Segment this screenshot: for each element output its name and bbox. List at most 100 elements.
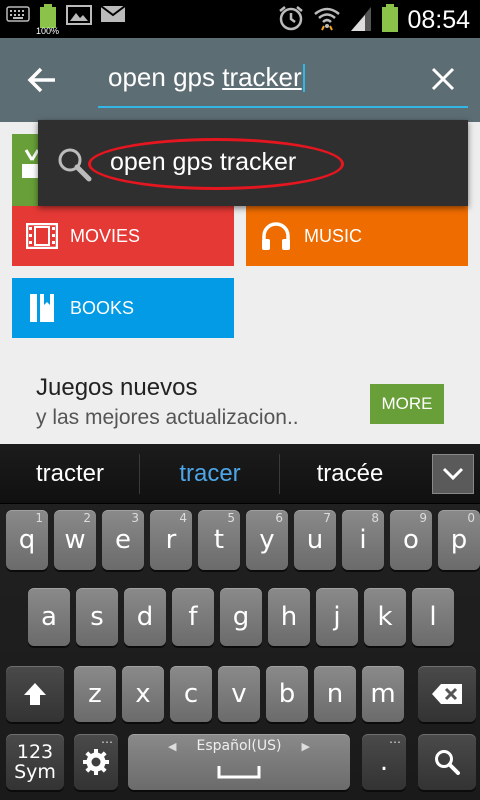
backspace-key[interactable] <box>418 666 476 722</box>
keyboard-icon <box>6 4 30 28</box>
symbols-line-2: Sym <box>14 761 56 783</box>
key-number-hint: 7 <box>323 511 331 525</box>
key-r[interactable]: 4r <box>150 510 192 570</box>
key-j[interactable]: j <box>316 588 358 646</box>
key-label: p <box>450 525 468 555</box>
key-label: q <box>18 525 36 555</box>
space-language-label: Español(US) <box>196 738 282 754</box>
key-b[interactable]: b <box>266 666 308 722</box>
key-z[interactable]: z <box>74 666 116 722</box>
key-label: o <box>403 525 419 555</box>
books-tile[interactable]: BOOKS <box>12 278 234 338</box>
key-number-hint: 6 <box>275 511 283 525</box>
key-u[interactable]: 7u <box>294 510 336 570</box>
key-q[interactable]: 1q <box>6 510 48 570</box>
search-suggestions-dropdown: open gps tracker <box>38 120 468 206</box>
battery-percent-label: 100% <box>36 26 60 36</box>
prediction-3[interactable]: tracée <box>280 444 420 504</box>
key-y[interactable]: 6y <box>246 510 288 570</box>
key-m[interactable]: m <box>362 666 404 722</box>
key-k[interactable]: k <box>364 588 406 646</box>
shift-arrow-icon <box>24 683 46 705</box>
key-i[interactable]: 8i <box>342 510 384 570</box>
dots-icon: ⋯ <box>101 735 113 749</box>
more-button[interactable]: MORE <box>370 384 444 424</box>
key-label: i <box>359 525 367 555</box>
dots-icon: ⋯ <box>389 735 401 749</box>
caret-right-icon: ▶ <box>301 740 310 753</box>
prediction-2[interactable]: tracer <box>140 444 280 504</box>
back-arrow-icon <box>27 67 55 93</box>
period-label: . <box>379 747 389 777</box>
book-icon <box>26 292 58 324</box>
clock-time: 08:54 <box>407 6 470 34</box>
key-label: t <box>213 525 225 555</box>
key-number-hint: 8 <box>371 511 379 525</box>
wifi-icon <box>313 4 341 36</box>
search-icon <box>435 750 460 775</box>
key-v[interactable]: v <box>218 666 260 722</box>
backspace-icon <box>432 684 462 704</box>
key-x[interactable]: x <box>122 666 164 722</box>
text-cursor <box>302 64 305 92</box>
key-number-hint: 2 <box>83 511 91 525</box>
key-n[interactable]: n <box>314 666 356 722</box>
music-label: MUSIC <box>304 225 362 246</box>
key-a[interactable]: a <box>28 588 70 646</box>
search-query-composing: tracker <box>222 62 302 92</box>
prediction-1[interactable]: tracter <box>0 444 140 504</box>
search-key[interactable] <box>418 734 476 790</box>
expand-predictions-button[interactable] <box>432 454 474 494</box>
close-icon <box>431 67 455 91</box>
soft-keyboard: tracter tracer tracée 1q2w3e4r5t6y7u8i9o… <box>0 444 480 800</box>
key-p[interactable]: 0p <box>438 510 480 570</box>
key-number-hint: 4 <box>179 511 187 525</box>
section-title: Juegos nuevos <box>36 374 198 401</box>
period-key[interactable]: . ⋯ <box>362 734 406 790</box>
books-label: BOOKS <box>70 297 135 318</box>
key-number-hint: 1 <box>35 511 43 525</box>
key-w[interactable]: 2w <box>54 510 96 570</box>
search-query-prefix: open gps <box>108 62 223 92</box>
music-tile[interactable]: MUSIC <box>246 206 468 266</box>
key-number-hint: 9 <box>419 511 427 525</box>
key-o[interactable]: 9o <box>390 510 432 570</box>
key-e[interactable]: 3e <box>102 510 144 570</box>
suggestion-item[interactable]: open gps tracker <box>38 120 468 206</box>
mail-icon <box>100 4 126 28</box>
back-button[interactable] <box>22 60 62 100</box>
gallery-icon <box>66 4 92 30</box>
key-d[interactable]: d <box>124 588 166 646</box>
movies-tile[interactable]: MOVIES <box>12 206 234 266</box>
signal-icon <box>349 5 373 35</box>
space-key[interactable]: ◀ Español(US) ▶ <box>128 734 350 790</box>
key-number-hint: 5 <box>227 511 235 525</box>
key-number-hint: 3 <box>131 511 139 525</box>
movies-label: MOVIES <box>70 225 141 246</box>
key-f[interactable]: f <box>172 588 214 646</box>
key-label: r <box>165 525 177 555</box>
prediction-bar: tracter tracer tracée <box>0 444 480 504</box>
shift-key[interactable] <box>6 666 64 722</box>
search-input[interactable]: open gps tracker <box>108 62 305 93</box>
key-h[interactable]: h <box>268 588 310 646</box>
search-underline <box>98 106 468 108</box>
key-label: y <box>259 525 275 555</box>
chevron-down-icon <box>442 467 464 481</box>
key-label: u <box>306 525 324 555</box>
key-t[interactable]: 5t <box>198 510 240 570</box>
key-number-hint: 0 <box>467 511 475 525</box>
key-c[interactable]: c <box>170 666 212 722</box>
symbols-key[interactable]: 123 Sym <box>6 734 64 790</box>
section-subtitle: y las mejores actualizacion.. <box>36 406 299 429</box>
status-bar: 100% 08:54 <box>0 0 480 38</box>
battery-charging-icon <box>381 4 399 36</box>
key-l[interactable]: l <box>412 588 454 646</box>
clear-search-button[interactable] <box>426 62 460 96</box>
search-icon <box>56 146 92 182</box>
gear-icon <box>83 749 109 775</box>
symbols-line-1: 123 <box>16 741 54 763</box>
settings-key[interactable]: ⋯ <box>74 734 118 790</box>
key-g[interactable]: g <box>220 588 262 646</box>
key-s[interactable]: s <box>76 588 118 646</box>
